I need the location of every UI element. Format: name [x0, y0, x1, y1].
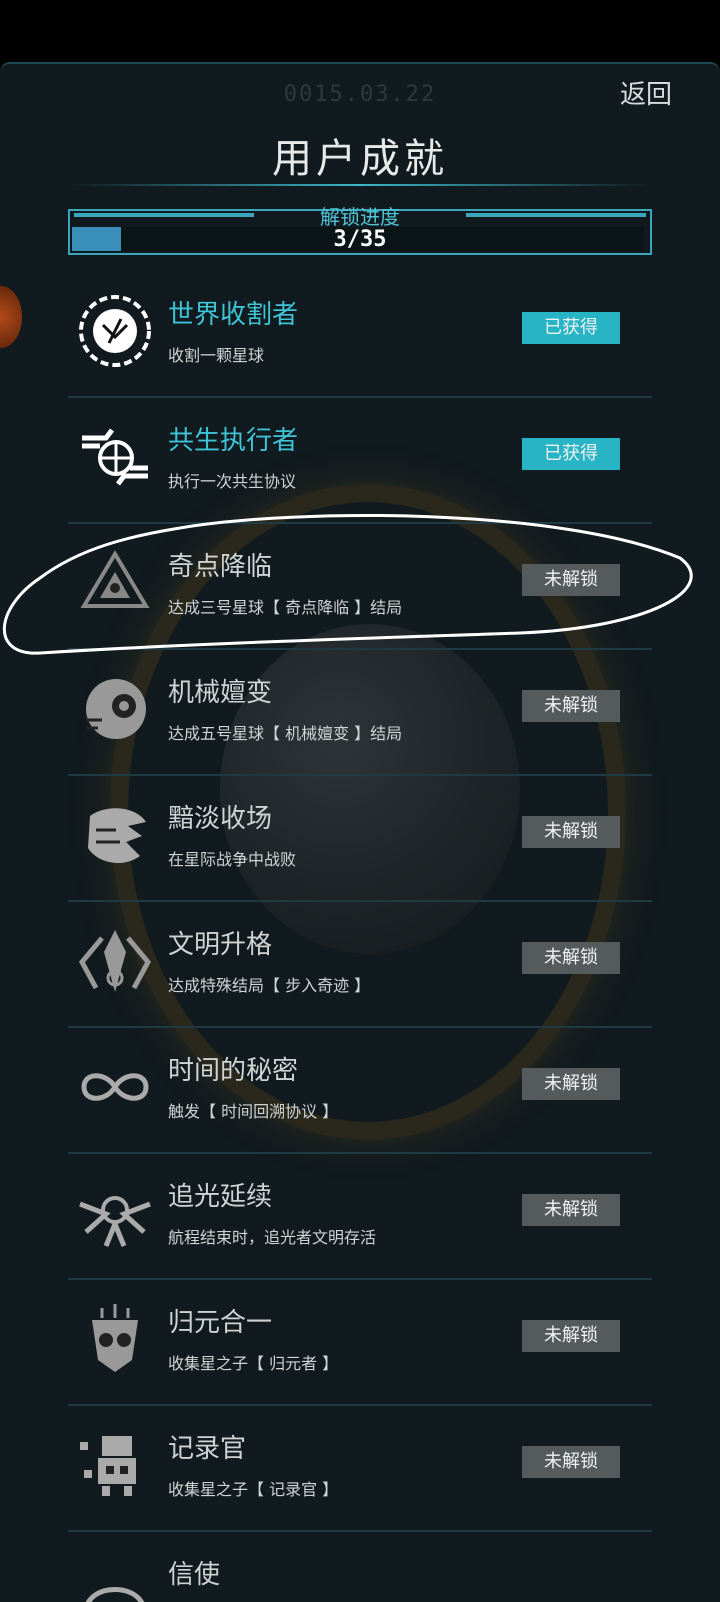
achievement-name: 记录官 — [168, 1434, 247, 1464]
achievement-name: 世界收割者 — [168, 300, 299, 330]
locked-badge: 未解锁 — [522, 1320, 620, 1352]
achievement-name: 信使 — [168, 1560, 221, 1590]
singularity-triangle-icon — [76, 544, 154, 622]
achievement-list: 世界收割者 收割一颗星球 已获得 共生执行者 执行一次共生协议 已获得 奇点降临 达成三号星球… — [68, 272, 652, 1602]
achievement-description: 航程结束时，追光者文明存活 — [168, 1228, 377, 1247]
title-divider — [68, 184, 652, 186]
progress-label: 解锁进度 — [320, 205, 400, 229]
mechanical-eye-icon — [76, 670, 154, 748]
locked-badge: 未解锁 — [522, 816, 620, 848]
achievement-description: 在星际战争中战败 — [168, 850, 297, 869]
achievement-description: 收集星之子【 记录官 】 — [168, 1480, 339, 1499]
achievement-row[interactable]: 信使 — [68, 1532, 652, 1602]
achievement-name: 归元合一 — [168, 1308, 273, 1338]
locked-badge: 未解锁 — [522, 1194, 620, 1226]
messenger-icon — [76, 1552, 154, 1602]
progress-count: 3/35 — [333, 227, 387, 252]
planet-harvest-icon — [76, 292, 154, 370]
locked-badge: 未解锁 — [522, 690, 620, 722]
achievement-description: 执行一次共生协议 — [168, 472, 297, 491]
achievements-panel: 0015.03.22 返回 用户成就 解锁进度 3/35 世界收割者收割一颗星球… — [0, 62, 720, 1602]
mask-face-icon — [76, 1300, 154, 1378]
shattered-planet-icon — [76, 796, 154, 874]
achievement-name: 追光延续 — [168, 1182, 273, 1212]
pixel-robot-icon — [76, 1426, 154, 1504]
achievement-name: 时间的秘密 — [168, 1056, 299, 1086]
date-readout: 0015.03.22 — [283, 82, 437, 107]
infinity-icon — [76, 1048, 154, 1126]
achievement-row[interactable]: 追光延续航程结束时，追光者文明存活 未解锁 — [68, 1154, 652, 1280]
achievement-row[interactable]: 黯淡收场在星际战争中战败 未解锁 — [68, 776, 652, 902]
page-title: 用户成就 — [272, 136, 448, 182]
achievement-description: 达成五号星球【 机械嬗变 】结局 — [168, 724, 403, 743]
locked-badge: 未解锁 — [522, 564, 620, 596]
achievement-name: 文明升格 — [168, 930, 273, 960]
achievement-row[interactable]: 机械嬗变达成五号星球【 机械嬗变 】结局 未解锁 — [68, 650, 652, 776]
achievement-name: 黯淡收场 — [168, 804, 273, 834]
achievement-name: 机械嬗变 — [168, 678, 273, 708]
light-chaser-wings-icon — [76, 1174, 154, 1252]
back-button[interactable]: 返回 — [620, 74, 672, 111]
achievement-description: 收集星之子【 归元者 】 — [168, 1354, 339, 1373]
winged-emblem-icon — [76, 922, 154, 1000]
achievement-name: 共生执行者 — [168, 426, 299, 456]
achievement-name: 奇点降临 — [168, 552, 273, 582]
achievement-row[interactable]: 时间的秘密触发【 时间回溯协议 】 未解锁 — [68, 1028, 652, 1154]
achievement-row[interactable]: 奇点降临达成三号星球【 奇点降临 】结局 未解锁 — [68, 524, 652, 650]
achievement-row[interactable]: 共生执行者执行一次共生协议 已获得 — [68, 398, 652, 524]
obtained-badge: 已获得 — [522, 312, 620, 344]
achievement-description: 收割一颗星球 — [168, 346, 265, 365]
obtained-badge: 已获得 — [522, 438, 620, 470]
symbiosis-globe-hands-icon — [76, 418, 154, 496]
locked-badge: 未解锁 — [522, 1446, 620, 1478]
locked-badge: 未解锁 — [522, 942, 620, 974]
achievement-row[interactable]: 世界收割者收割一颗星球 已获得 — [68, 272, 652, 398]
achievement-description: 达成特殊结局【 步入奇迹 】 — [168, 976, 371, 995]
locked-badge: 未解锁 — [522, 1068, 620, 1100]
achievement-row[interactable]: 记录官收集星之子【 记录官 】 未解锁 — [68, 1406, 652, 1532]
achievement-row[interactable]: 归元合一收集星之子【 归元者 】 未解锁 — [68, 1280, 652, 1406]
unlock-progress: 解锁进度 3/35 — [68, 205, 652, 255]
achievement-row[interactable]: 文明升格达成特殊结局【 步入奇迹 】 未解锁 — [68, 902, 652, 1028]
achievement-description: 触发【 时间回溯协议 】 — [168, 1102, 339, 1121]
achievement-description: 达成三号星球【 奇点降临 】结局 — [168, 598, 403, 617]
